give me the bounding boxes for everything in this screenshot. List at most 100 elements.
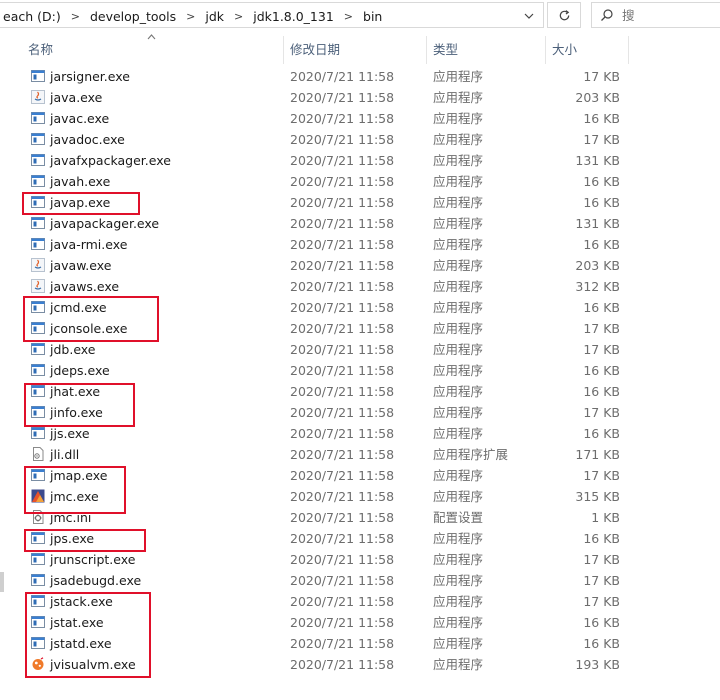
column-header-name[interactable]: 名称 bbox=[22, 32, 284, 68]
file-row[interactable]: jinfo.exe 2020/7/21 11:58 应用程序 17 KB bbox=[0, 402, 640, 423]
file-modified-date: 2020/7/21 11:58 bbox=[290, 237, 395, 252]
chevron-down-icon[interactable] bbox=[517, 4, 541, 28]
file-size: 17 KB bbox=[583, 552, 620, 567]
file-row[interactable]: javafxpackager.exe 2020/7/21 11:58 应用程序 131… bbox=[0, 150, 640, 171]
file-row[interactable]: java-rmi.exe 2020/7/21 11:58 应用程序 16 KB bbox=[0, 234, 640, 255]
file-row[interactable]: jli.dll 2020/7/21 11:58 应用程序扩展 171 KB bbox=[0, 444, 640, 465]
file-modified-date: 2020/7/21 11:58 bbox=[290, 510, 395, 525]
file-row[interactable]: jmap.exe 2020/7/21 11:58 应用程序 17 KB bbox=[0, 465, 640, 486]
file-row[interactable]: jstatd.exe 2020/7/21 11:58 应用程序 16 KB bbox=[0, 633, 640, 654]
file-row[interactable]: jmc.ini 2020/7/21 11:58 配置设置 1 KB bbox=[0, 507, 640, 528]
file-name: javafxpackager.exe bbox=[50, 153, 171, 168]
file-modified-date: 2020/7/21 11:58 bbox=[290, 468, 395, 483]
file-row[interactable]: jstack.exe 2020/7/21 11:58 应用程序 17 KB bbox=[0, 591, 640, 612]
file-modified-date: 2020/7/21 11:58 bbox=[290, 132, 395, 147]
file-row[interactable]: jsadebugd.exe 2020/7/21 11:58 应用程序 17 KB bbox=[0, 570, 640, 591]
search-box[interactable] bbox=[591, 2, 720, 28]
exe-icon bbox=[31, 69, 45, 83]
file-row[interactable]: javaws.exe 2020/7/21 11:58 应用程序 312 KB bbox=[0, 276, 640, 297]
file-name: jsadebugd.exe bbox=[50, 573, 142, 588]
file-name: jstack.exe bbox=[50, 594, 113, 609]
column-header-size[interactable]: 大小 bbox=[546, 32, 628, 68]
file-row[interactable]: javah.exe 2020/7/21 11:58 应用程序 16 KB bbox=[0, 171, 640, 192]
file-name: jhat.exe bbox=[50, 384, 101, 399]
file-row[interactable]: jvisualvm.exe 2020/7/21 11:58 应用程序 193 KB bbox=[0, 654, 640, 675]
breadcrumb-bin[interactable]: bin bbox=[363, 9, 382, 24]
exe-icon bbox=[31, 636, 45, 650]
file-type: 应用程序 bbox=[433, 258, 484, 273]
file-name: jdb.exe bbox=[50, 342, 96, 357]
file-name: jmc.exe bbox=[50, 489, 99, 504]
file-row[interactable]: javadoc.exe 2020/7/21 11:58 应用程序 17 KB bbox=[0, 129, 640, 150]
file-name: jarsigner.exe bbox=[50, 69, 130, 84]
file-type: 应用程序 bbox=[433, 111, 484, 126]
file-modified-date: 2020/7/21 11:58 bbox=[290, 636, 395, 651]
file-name: jjs.exe bbox=[50, 426, 90, 441]
file-row[interactable]: jarsigner.exe 2020/7/21 11:58 应用程序 17 KB bbox=[0, 66, 640, 87]
file-type: 应用程序扩展 bbox=[433, 447, 509, 462]
file-modified-date: 2020/7/21 11:58 bbox=[290, 300, 395, 315]
file-row[interactable]: jjs.exe 2020/7/21 11:58 应用程序 16 KB bbox=[0, 423, 640, 444]
file-size: 17 KB bbox=[583, 594, 620, 609]
file-type: 应用程序 bbox=[433, 384, 484, 399]
file-name: javapackager.exe bbox=[50, 216, 160, 231]
exe-icon bbox=[31, 300, 45, 314]
file-modified-date: 2020/7/21 11:58 bbox=[290, 342, 395, 357]
file-row[interactable]: javap.exe 2020/7/21 11:58 应用程序 16 KB bbox=[0, 192, 640, 213]
column-divider[interactable] bbox=[628, 36, 629, 64]
file-row[interactable]: jrunscript.exe 2020/7/21 11:58 应用程序 17 KB bbox=[0, 549, 640, 570]
breadcrumb-develop-tools[interactable]: develop_tools bbox=[90, 9, 176, 24]
file-name: jstatd.exe bbox=[50, 636, 112, 651]
column-header-date[interactable]: 修改日期 bbox=[284, 32, 426, 68]
file-name: javadoc.exe bbox=[50, 132, 125, 147]
file-size: 16 KB bbox=[583, 174, 620, 189]
refresh-button[interactable] bbox=[547, 2, 581, 28]
search-icon bbox=[601, 9, 613, 21]
file-row[interactable]: jmc.exe 2020/7/21 11:58 应用程序 315 KB bbox=[0, 486, 640, 507]
file-row[interactable]: jconsole.exe 2020/7/21 11:58 应用程序 17 KB bbox=[0, 318, 640, 339]
exe-icon bbox=[31, 321, 45, 335]
file-row[interactable]: jdeps.exe 2020/7/21 11:58 应用程序 16 KB bbox=[0, 360, 640, 381]
file-size: 16 KB bbox=[583, 615, 620, 630]
breadcrumb-drive[interactable]: each (D:) bbox=[3, 9, 61, 24]
file-row[interactable]: javaw.exe 2020/7/21 11:58 应用程序 203 KB bbox=[0, 255, 640, 276]
file-type: 应用程序 bbox=[433, 636, 484, 651]
file-size: 203 KB bbox=[575, 258, 620, 273]
file-modified-date: 2020/7/21 11:58 bbox=[290, 69, 395, 84]
search-input[interactable] bbox=[622, 7, 720, 23]
file-name: javac.exe bbox=[50, 111, 110, 126]
file-type: 应用程序 bbox=[433, 237, 484, 252]
file-row[interactable]: jdb.exe 2020/7/21 11:58 应用程序 17 KB bbox=[0, 339, 640, 360]
file-size: 16 KB bbox=[583, 384, 620, 399]
file-row[interactable]: jstat.exe 2020/7/21 11:58 应用程序 16 KB bbox=[0, 612, 640, 633]
file-type: 应用程序 bbox=[433, 615, 484, 630]
refresh-icon bbox=[559, 9, 569, 20]
file-type: 应用程序 bbox=[433, 321, 484, 336]
breadcrumb-jdk-version[interactable]: jdk1.8.0_131 bbox=[253, 9, 334, 24]
file-row[interactable]: jps.exe 2020/7/21 11:58 应用程序 16 KB bbox=[0, 528, 640, 549]
file-type: 应用程序 bbox=[433, 573, 484, 588]
chevron-right-icon: > bbox=[186, 9, 196, 23]
file-size: 131 KB bbox=[575, 153, 620, 168]
file-size: 16 KB bbox=[583, 237, 620, 252]
file-modified-date: 2020/7/21 11:58 bbox=[290, 111, 395, 126]
file-modified-date: 2020/7/21 11:58 bbox=[290, 657, 395, 672]
file-modified-date: 2020/7/21 11:58 bbox=[290, 174, 395, 189]
file-modified-date: 2020/7/21 11:58 bbox=[290, 552, 395, 567]
exe-icon bbox=[31, 384, 45, 398]
file-size: 315 KB bbox=[575, 489, 620, 504]
breadcrumb[interactable]: each (D:) > develop_tools > jdk > jdk1.8… bbox=[0, 2, 544, 28]
exe-icon bbox=[31, 153, 45, 167]
file-row[interactable]: jhat.exe 2020/7/21 11:58 应用程序 16 KB bbox=[0, 381, 640, 402]
file-row[interactable]: jcmd.exe 2020/7/21 11:58 应用程序 16 KB bbox=[0, 297, 640, 318]
file-modified-date: 2020/7/21 11:58 bbox=[290, 573, 395, 588]
file-type: 应用程序 bbox=[433, 279, 484, 294]
breadcrumb-jdk[interactable]: jdk bbox=[205, 9, 224, 24]
file-type: 应用程序 bbox=[433, 405, 484, 420]
file-size: 17 KB bbox=[583, 132, 620, 147]
file-row[interactable]: javac.exe 2020/7/21 11:58 应用程序 16 KB bbox=[0, 108, 640, 129]
file-row[interactable]: java.exe 2020/7/21 11:58 应用程序 203 KB bbox=[0, 87, 640, 108]
file-row[interactable]: javapackager.exe 2020/7/21 11:58 应用程序 131 K… bbox=[0, 213, 640, 234]
exe-icon bbox=[31, 237, 45, 251]
column-header-type[interactable]: 类型 bbox=[427, 32, 544, 68]
